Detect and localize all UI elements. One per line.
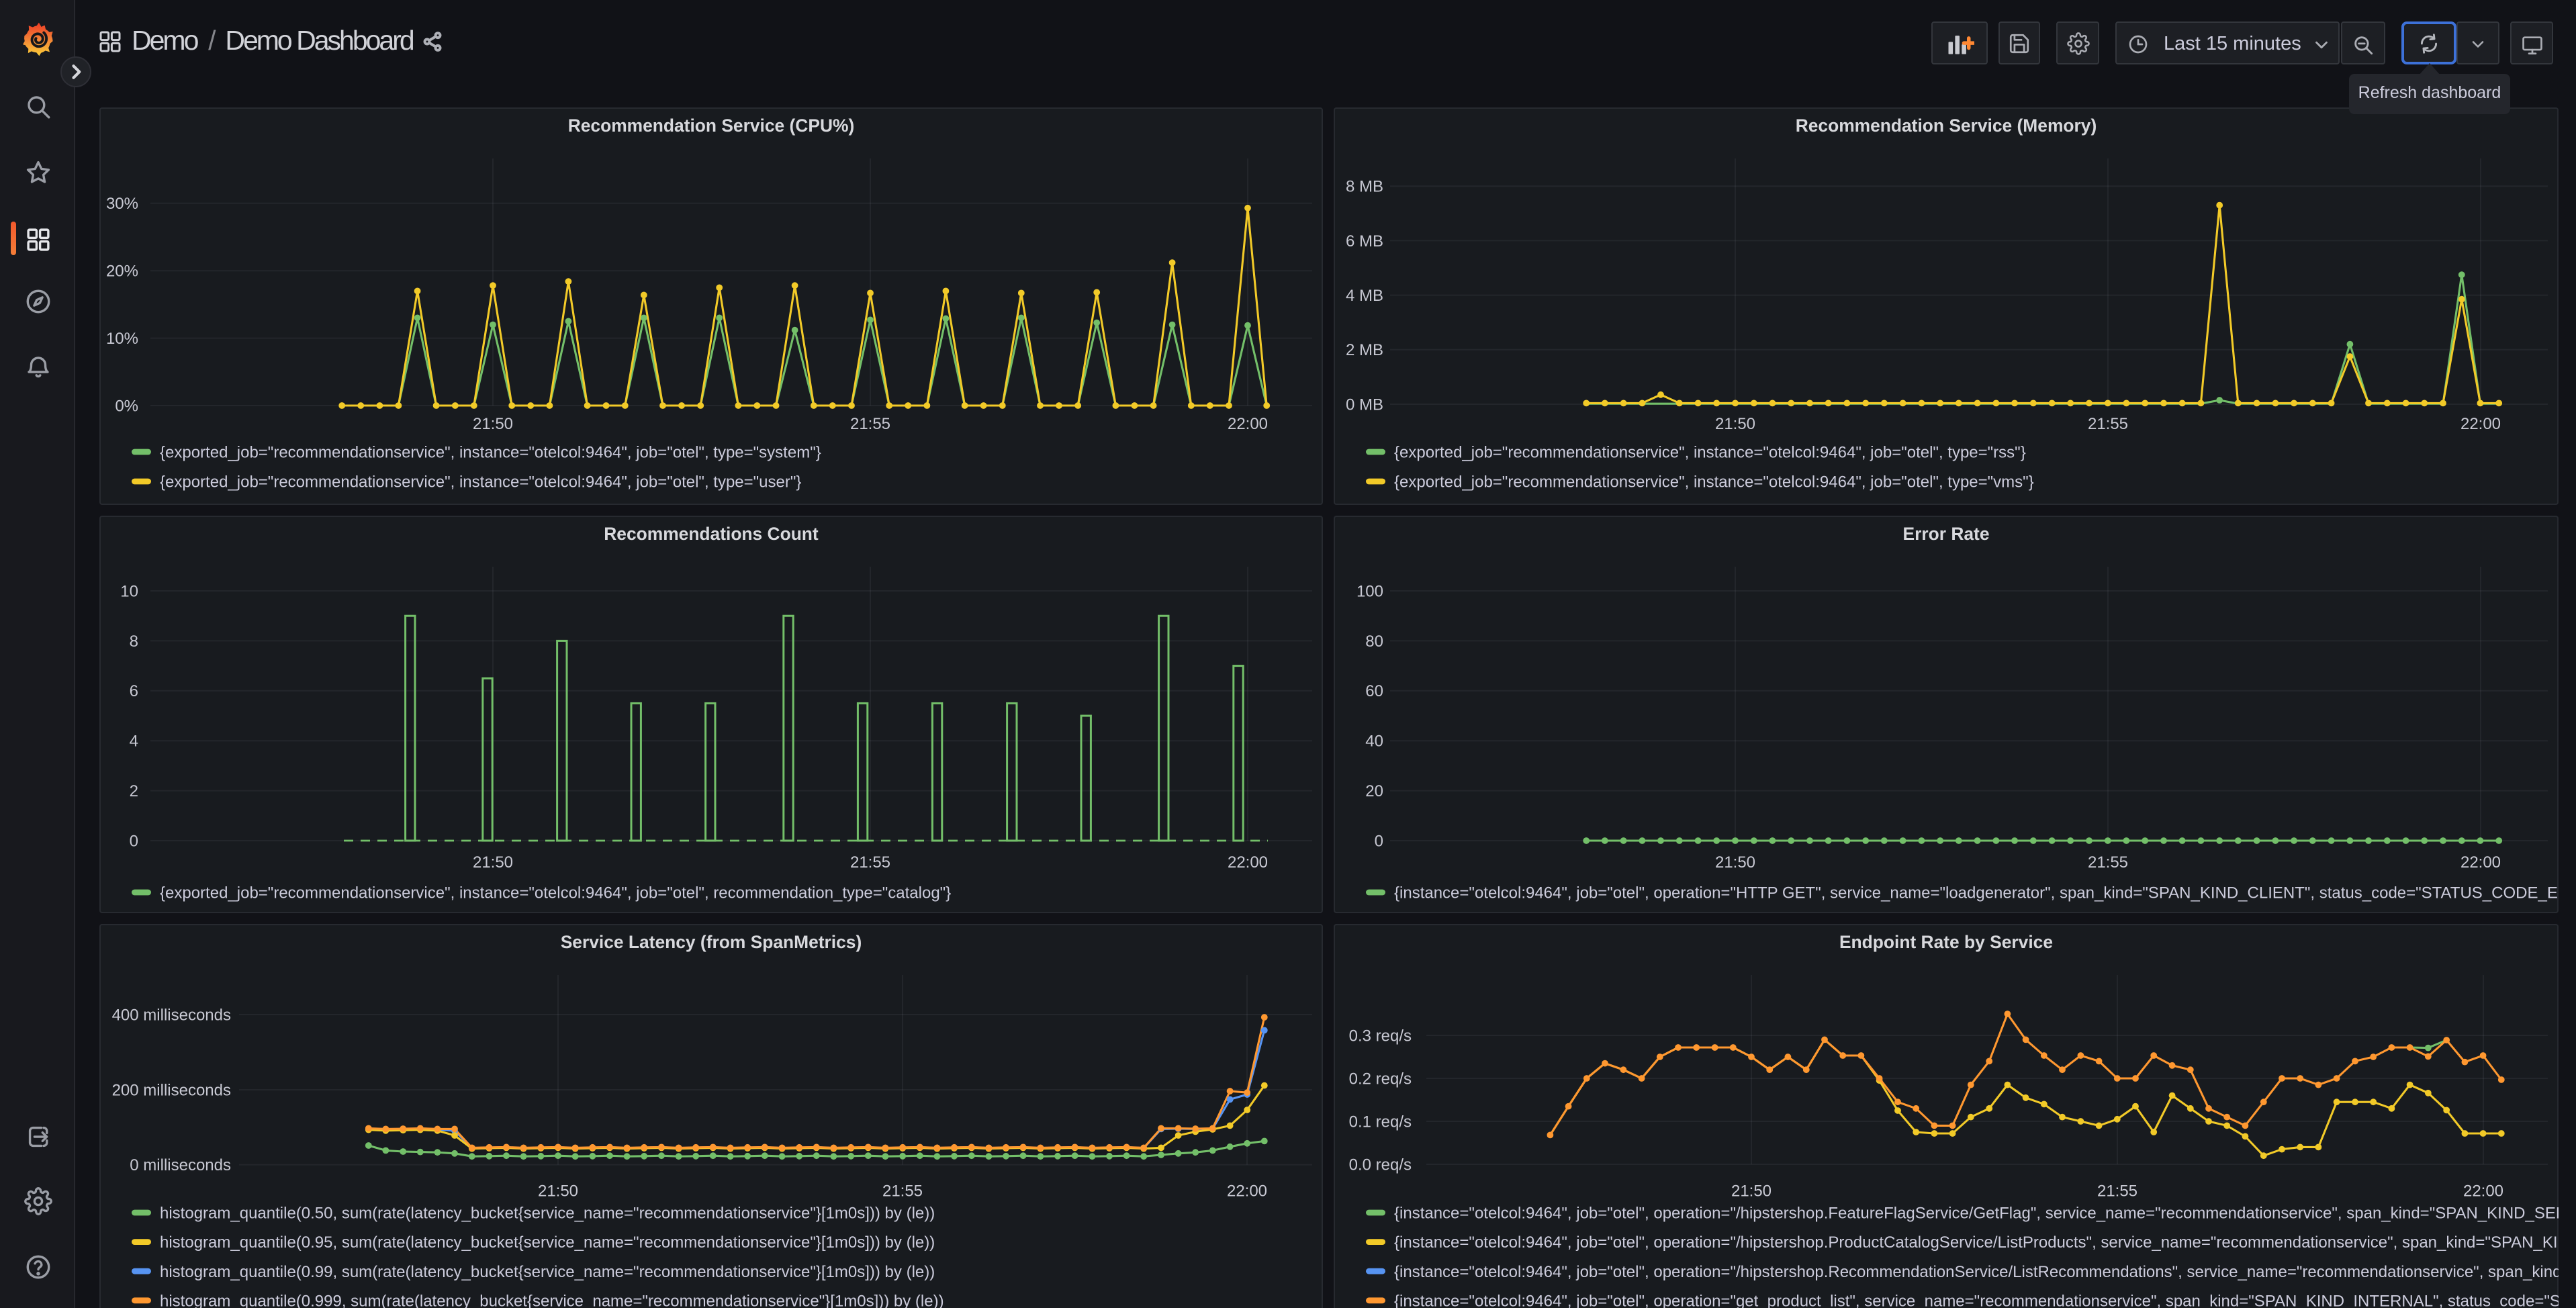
svg-text:21:50: 21:50 [538, 1182, 578, 1200]
svg-text:21:55: 21:55 [850, 415, 890, 433]
svg-text:{exported_job="recommendations: {exported_job="recommendationservice", i… [160, 444, 821, 462]
svg-text:0.0 req/s: 0.0 req/s [1349, 1156, 1412, 1174]
svg-text:2: 2 [130, 782, 138, 800]
svg-text:{instance="otelcol:9464", job=: {instance="otelcol:9464", job="otel", op… [1394, 1205, 2559, 1223]
svg-text:21:50: 21:50 [1715, 853, 1755, 872]
svg-text:21:55: 21:55 [2088, 853, 2128, 872]
svg-text:80: 80 [1365, 633, 1383, 651]
svg-text:20%: 20% [106, 263, 138, 281]
svg-text:8 MB: 8 MB [1346, 178, 1383, 196]
svg-text:21:50: 21:50 [473, 415, 513, 433]
svg-text:0%: 0% [115, 397, 138, 415]
svg-text:22:00: 22:00 [2463, 1182, 2503, 1200]
svg-text:21:50: 21:50 [1715, 415, 1755, 433]
svg-text:{instance="otelcol:9464", job=: {instance="otelcol:9464", job="otel", op… [1394, 1292, 2559, 1308]
svg-text:22:00: 22:00 [1227, 1182, 1267, 1200]
svg-text:{exported_job="recommendations: {exported_job="recommendationservice", i… [160, 473, 801, 492]
svg-text:22:00: 22:00 [2460, 853, 2501, 872]
svg-text:0.3 req/s: 0.3 req/s [1349, 1027, 1412, 1045]
svg-text:21:50: 21:50 [473, 853, 513, 872]
svg-text:histogram_quantile(0.50, sum(r: histogram_quantile(0.50, sum(rate(latenc… [160, 1205, 935, 1223]
svg-text:21:55: 21:55 [882, 1182, 923, 1200]
svg-text:0: 0 [130, 832, 138, 850]
svg-text:100: 100 [1356, 582, 1383, 600]
svg-text:{exported_job="recommendations: {exported_job="recommendationservice", i… [160, 884, 951, 902]
svg-text:10%: 10% [106, 330, 138, 348]
svg-text:6 MB: 6 MB [1346, 232, 1383, 250]
svg-text:200 milliseconds: 200 milliseconds [112, 1081, 231, 1099]
svg-text:0.2 req/s: 0.2 req/s [1349, 1070, 1412, 1088]
svg-text:0 MB: 0 MB [1346, 395, 1383, 414]
svg-text:histogram_quantile(0.99, sum(r: histogram_quantile(0.99, sum(rate(latenc… [160, 1263, 935, 1281]
svg-text:6: 6 [130, 682, 138, 700]
svg-text:4: 4 [130, 733, 138, 751]
svg-text:60: 60 [1365, 682, 1383, 700]
svg-text:22:00: 22:00 [1228, 853, 1268, 872]
svg-text:{instance="otelcol:9464", job=: {instance="otelcol:9464", job="otel", op… [1394, 1233, 2559, 1252]
svg-text:{instance="otelcol:9464", job=: {instance="otelcol:9464", job="otel", op… [1394, 1263, 2559, 1281]
svg-text:0 milliseconds: 0 milliseconds [130, 1156, 231, 1174]
svg-text:20: 20 [1365, 782, 1383, 800]
svg-text:40: 40 [1365, 733, 1383, 751]
svg-text:0: 0 [1375, 832, 1383, 850]
svg-text:400 milliseconds: 400 milliseconds [112, 1006, 231, 1024]
svg-text:22:00: 22:00 [2460, 415, 2501, 433]
svg-text:2 MB: 2 MB [1346, 341, 1383, 359]
svg-text:8: 8 [130, 633, 138, 651]
svg-text:{exported_job="recommendations: {exported_job="recommendationservice", i… [1394, 444, 2026, 462]
svg-text:22:00: 22:00 [1228, 415, 1268, 433]
svg-text:21:50: 21:50 [1731, 1182, 1772, 1200]
svg-text:0.1 req/s: 0.1 req/s [1349, 1113, 1412, 1131]
svg-text:21:55: 21:55 [2088, 415, 2128, 433]
svg-text:21:55: 21:55 [2097, 1182, 2137, 1200]
svg-text:histogram_quantile(0.999, sum(: histogram_quantile(0.999, sum(rate(laten… [160, 1292, 944, 1308]
svg-text:30%: 30% [106, 195, 138, 213]
svg-text:21:55: 21:55 [850, 853, 890, 872]
svg-text:4 MB: 4 MB [1346, 287, 1383, 305]
svg-text:10: 10 [120, 582, 138, 600]
svg-text:histogram_quantile(0.95, sum(r: histogram_quantile(0.95, sum(rate(latenc… [160, 1233, 935, 1252]
svg-text:{exported_job="recommendations: {exported_job="recommendationservice", i… [1394, 473, 2034, 492]
svg-text:{instance="otelcol:9464", job=: {instance="otelcol:9464", job="otel", op… [1394, 884, 2559, 902]
